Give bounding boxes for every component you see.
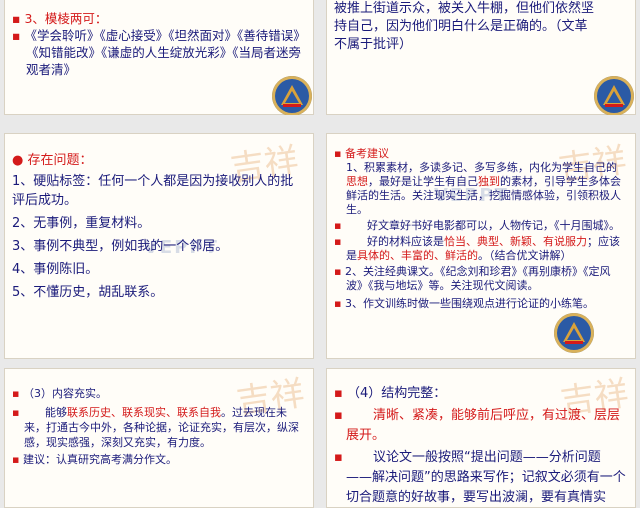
slide-text: ▪ （4）结构完整： ▪ 清晰、紧凑，能够前后呼应，有过渡、层层展开。 ▪ 议论…	[334, 384, 626, 508]
text-run-highlight: 恰当、典型、新颖、有说服力	[443, 235, 587, 248]
text-run: 1、积累素材，多读多记、多写多练，内化为学生自己的	[346, 161, 617, 174]
paragraph: ▪ 议论文一般按照“提出问题——分析问题——解决问题”的思路来写作；记叙文必须有…	[334, 448, 626, 508]
slide-text: ▪ 3、模棱两可： ▪ 《学会聆听》《虚心接受》《坦然面对》《善待错误》《知错能…	[12, 10, 304, 78]
bullet-icon: ▪	[12, 11, 25, 26]
bullet-icon: ▪	[334, 147, 345, 160]
text-run: 3、作文训练时做一些围绕观点进行论证的小练笔。	[344, 297, 594, 310]
text-run: 能够	[44, 406, 67, 419]
text-run-highlight: 思想	[346, 175, 368, 188]
slide-heading: （3）内容充实。	[22, 387, 107, 400]
slide-existing-problems[interactable]: 吉祥 VEPPT ● 存在问题： 1、硬贴标签：任何一个人都是因为接收别人的批评…	[4, 133, 314, 359]
text-line: 不属于批评）	[334, 37, 413, 52]
text-run: 好文章好书好电影都可以，人物传记，《十月围城》。	[366, 219, 620, 232]
slide-exam-suggestions[interactable]: 吉祥 VEPPT ▪ 备考建议 1、积累素材，多读多记、多写多练，内化为学生自己…	[326, 133, 636, 359]
text-run: 。（结合优文讲解）	[478, 249, 572, 262]
school-logo-icon	[554, 313, 594, 353]
text-line: 被推上街道示众，被关入牛棚，但他们依然坚	[334, 1, 595, 16]
text-run: ，最好是让学生有自己	[368, 175, 478, 188]
slide-cultural-revolution-note[interactable]: 被推上街道示众，被关入牛棚，但他们依然坚 持自己，因为他们明白什么是正确的。（文…	[326, 0, 636, 115]
paragraph: ▪ 3、作文训练时做一些围绕观点进行论证的小练笔。	[334, 297, 626, 311]
text-run: 建议：认真研究高考满分作文。	[22, 453, 177, 466]
text-run-highlight: 具体的、丰富的、鲜活的	[357, 249, 478, 262]
slide-text: ● 存在问题： 1、硬贴标签：任何一个人都是因为接收别人的批评后成功。 2、无事…	[12, 151, 304, 302]
list-item: 5、不懂历史，胡乱联系。	[12, 285, 164, 300]
slide-text: 被推上街道示众，被关入牛棚，但他们依然坚 持自己，因为他们明白什么是正确的。（文…	[334, 0, 626, 54]
bullet-icon: ▪	[334, 219, 345, 232]
school-logo-icon	[594, 76, 634, 115]
paragraph: ▪ 好文章好书好电影都可以，人物传记，《十月围城》。	[334, 219, 626, 233]
slide-rich-content[interactable]: 吉祥 ▪ （3）内容充实。 ▪ 能够联系历史、联系现实、联系自我。过去现在未来，…	[4, 368, 314, 508]
bullet-icon: ▪	[334, 408, 347, 423]
slide-heading: （4）结构完整：	[346, 386, 447, 401]
text-run-highlight: 清晰、紧凑，能够前后呼应，有过渡、层层展开。	[346, 408, 620, 443]
bullet-icon: ▪	[12, 28, 25, 43]
slide-heading: 存在问题：	[27, 153, 93, 168]
bullet-icon: ▪	[334, 450, 347, 465]
list-item: 4、事例陈旧。	[12, 262, 99, 277]
paragraph: ▪ 2、关注经典课文。《纪念刘和珍君》《再别康桥》《定风波》《我与地坛》等。关注…	[334, 265, 626, 293]
slide-text: ▪ （3）内容充实。 ▪ 能够联系历史、联系现实、联系自我。过去现在未来，打通古…	[12, 386, 304, 467]
paragraph: ▪ 好的材料应该是恰当、典型、新颖、有说服力；应该是具体的、丰富的、鲜活的。（结…	[334, 235, 626, 263]
list-item: 2、无事例，重复材料。	[12, 216, 151, 231]
text-run-highlight: 联系历史、联系现实、联系自我	[66, 406, 221, 419]
paragraph: ▪ 能够联系历史、联系现实、联系自我。过去现在未来，打通古今中外，各种论据，论证…	[12, 405, 304, 450]
list-item: 3、事例不典型，例如我的一个邻居。	[12, 239, 229, 254]
bullet-dot-icon: ●	[12, 153, 28, 168]
essay-title-list: 《学会聆听》《虚心接受》《坦然面对》《善待错误》《知错能改》《谦虚的人生绽放光彩…	[24, 28, 302, 77]
slide-modeling-ambiguity[interactable]: ▪ 3、模棱两可： ▪ 《学会聆听》《虚心接受》《坦然面对》《善待错误》《知错能…	[4, 0, 314, 115]
bullet-icon: ▪	[12, 387, 23, 400]
text-run-highlight: 独到	[478, 175, 500, 188]
bullet-icon: ▪	[12, 406, 23, 419]
bullet-icon: ▪	[12, 453, 23, 466]
paragraph: 1、积累素材，多读多记、多写多练，内化为学生自己的思想，最好是让学生有自己独到的…	[334, 161, 626, 217]
slide-complete-structure[interactable]: 吉祥 ▪ （4）结构完整： ▪ 清晰、紧凑，能够前后呼应，有过渡、层层展开。 ▪…	[326, 368, 636, 508]
school-logo-icon	[272, 76, 312, 115]
slide-heading: 备考建议	[344, 147, 389, 160]
text-run: 议论文一般按照“提出问题——分析问题——解决问题”的思路来写作；记叙文必须有一个…	[346, 450, 626, 505]
paragraph: ▪ 清晰、紧凑，能够前后呼应，有过渡、层层展开。	[334, 406, 626, 446]
text-run: 好的材料应该是	[366, 235, 444, 248]
bullet-icon: ▪	[334, 297, 345, 310]
slide-heading: 3、模棱两可：	[24, 11, 108, 26]
paragraph: ▪ 建议：认真研究高考满分作文。	[12, 452, 304, 467]
bullet-icon: ▪	[334, 386, 347, 401]
text-line: 持自己，因为他们明白什么是正确的。（文革	[334, 19, 588, 34]
bullet-icon: ▪	[334, 265, 345, 278]
bullet-icon: ▪	[334, 235, 345, 248]
text-run: 2、关注经典课文。《纪念刘和珍君》《再别康桥》《定风波》《我与地坛》等。关注现代…	[344, 265, 611, 292]
slide-text: ▪ 备考建议 1、积累素材，多读多记、多写多练，内化为学生自己的思想，最好是让学…	[334, 147, 626, 311]
list-item: 1、硬贴标签：任何一个人都是因为接收别人的批评后成功。	[12, 174, 294, 208]
